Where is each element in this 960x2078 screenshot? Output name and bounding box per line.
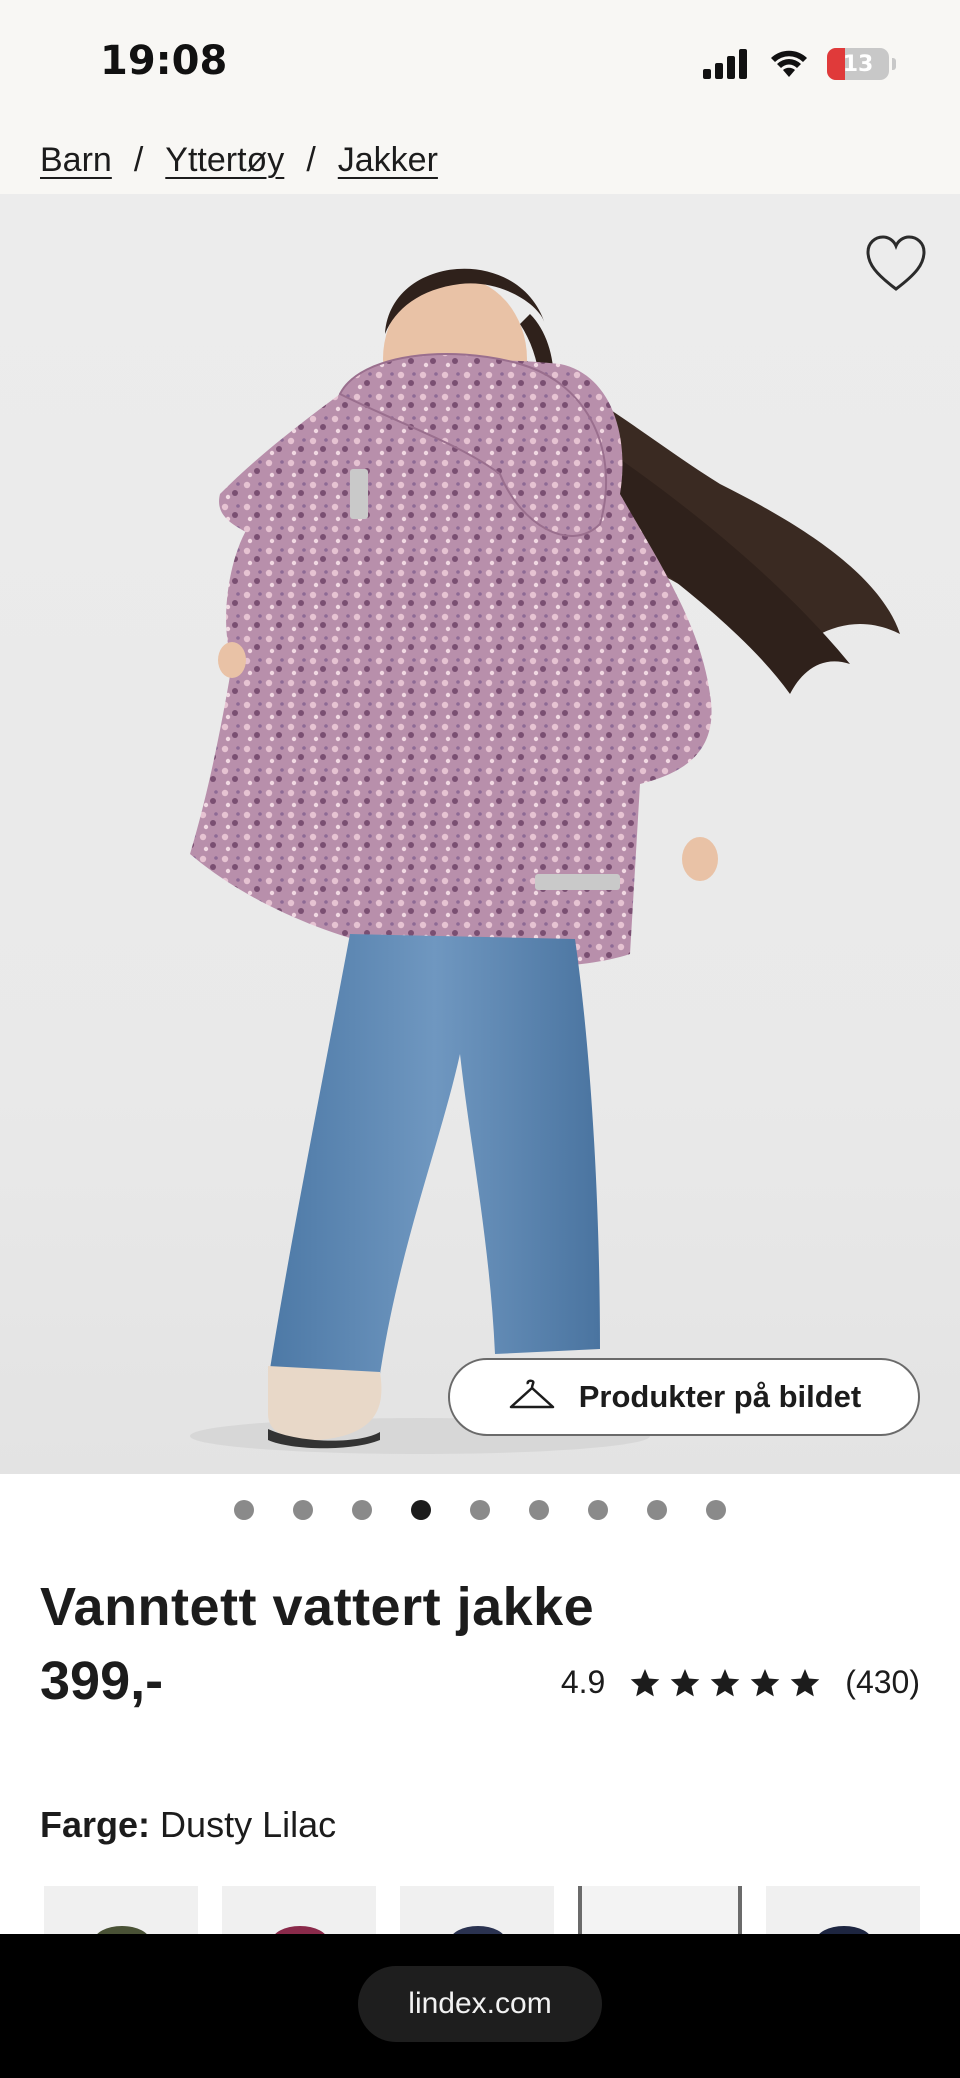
carousel-dot[interactable] (529, 1500, 549, 1520)
status-time: 19:08 (100, 38, 228, 84)
product-price: 399,- (40, 1651, 164, 1711)
status-icons: 13 (703, 44, 896, 84)
color-selection: Farge: Dusty Lilac (40, 1804, 336, 1846)
battery-level: 13 (842, 51, 874, 77)
carousel-dot[interactable] (352, 1500, 372, 1520)
products-in-image-button[interactable]: Produkter på bildet (448, 1358, 920, 1436)
color-value: Dusty Lilac (160, 1804, 337, 1845)
color-label: Farge: (40, 1804, 151, 1845)
battery-icon: 13 (827, 48, 896, 80)
browser-url-bar[interactable]: lindex.com (358, 1966, 602, 2042)
breadcrumb-separator: / (133, 140, 144, 179)
carousel-dot[interactable] (470, 1500, 490, 1520)
star-icon (751, 1668, 780, 1696)
rating-score: 4.9 (560, 1664, 606, 1700)
carousel-dot[interactable] (234, 1500, 254, 1520)
breadcrumb-jakker[interactable]: Jakker (338, 141, 438, 180)
hanger-icon (509, 1379, 554, 1409)
products-button-label: Produkter på bildet (578, 1379, 862, 1414)
product-rating[interactable]: 4.9 (430) (561, 1664, 920, 1701)
heart-outline-icon[interactable] (864, 234, 928, 294)
carousel-indicator (0, 1500, 960, 1530)
product-image[interactable]: Produkter på bildet (0, 194, 960, 1474)
product-photo (190, 268, 900, 1454)
status-bar: 19:08 13 (0, 0, 960, 126)
breadcrumb-separator: / (306, 140, 316, 179)
rating-stars (629, 1667, 821, 1699)
product-title: Vanntett vattert jakke (40, 1577, 595, 1637)
carousel-dot[interactable] (293, 1500, 313, 1520)
carousel-dot[interactable] (647, 1500, 667, 1520)
wifi-icon (771, 50, 807, 77)
star-icon (791, 1668, 820, 1696)
carousel-dot-active[interactable] (411, 1500, 431, 1520)
review-count: (430) (845, 1664, 920, 1700)
breadcrumb-barn[interactable]: Barn (40, 141, 112, 180)
star-icon (631, 1668, 660, 1696)
star-icon (671, 1668, 700, 1696)
signal-icon (703, 49, 747, 79)
star-icon (711, 1668, 740, 1696)
carousel-dot[interactable] (706, 1500, 726, 1520)
carousel-dot[interactable] (588, 1500, 608, 1520)
breadcrumb: Barn / Yttertøy / Jakker (0, 126, 960, 194)
breadcrumb-yttertoy[interactable]: Yttertøy (165, 141, 284, 180)
